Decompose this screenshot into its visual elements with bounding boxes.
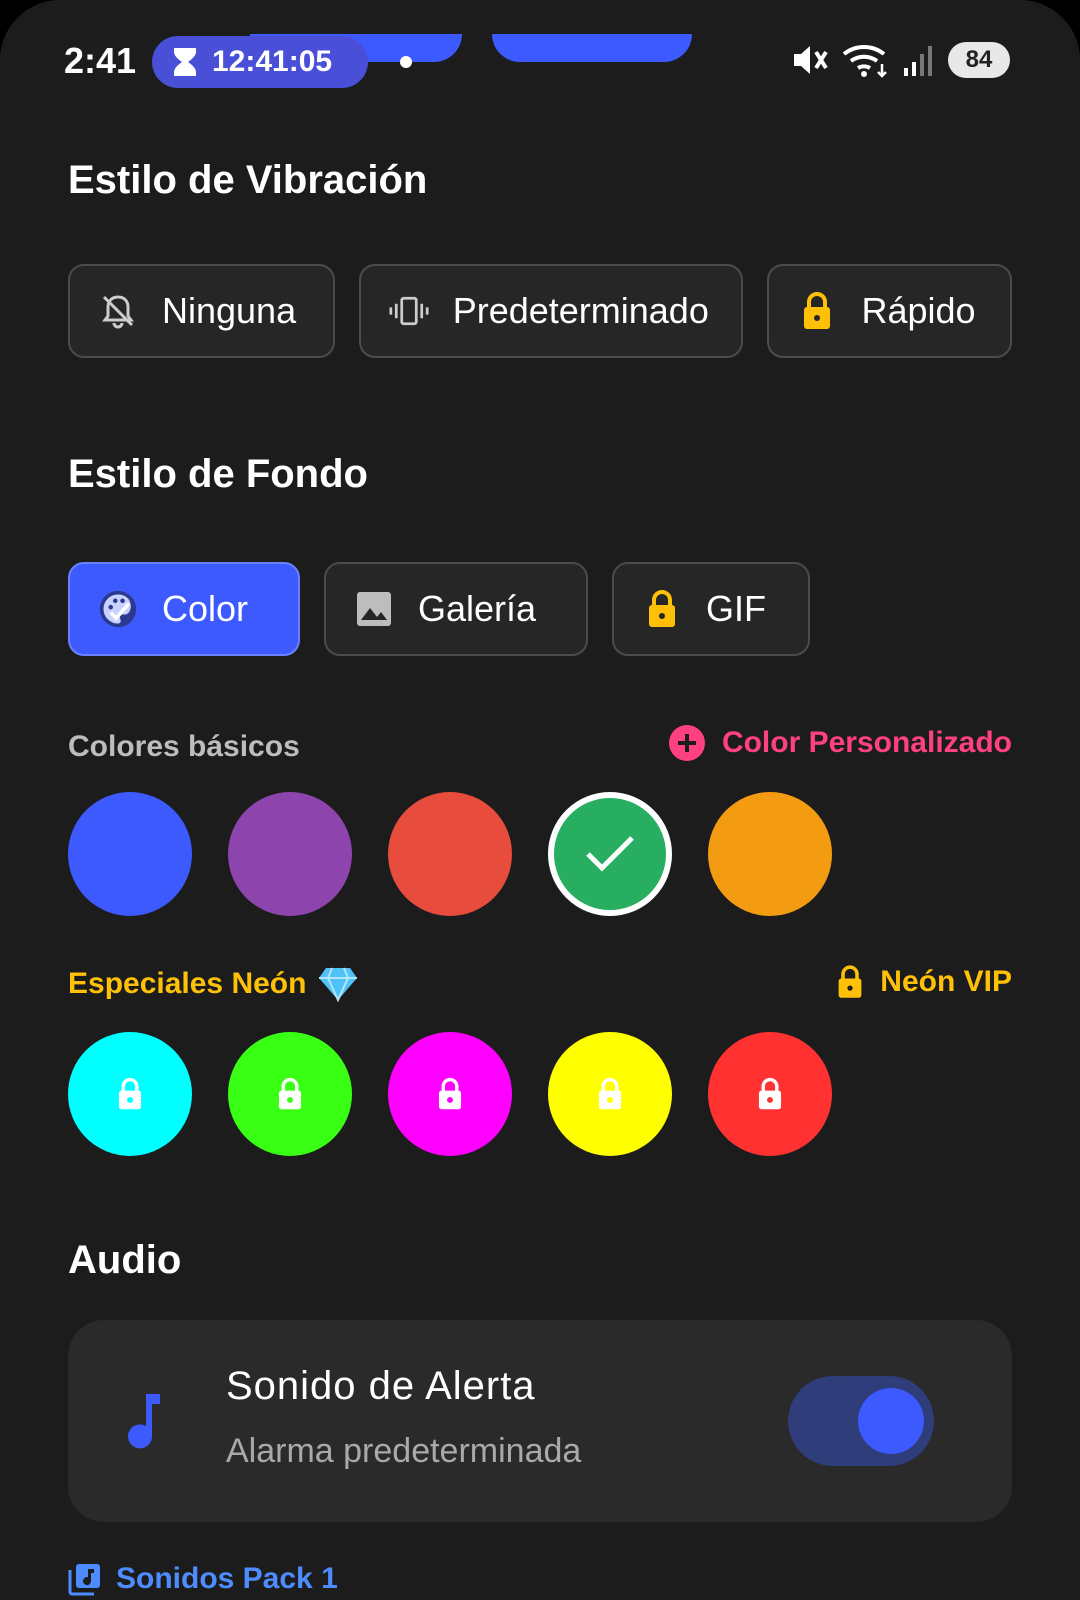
toggle-knob xyxy=(858,1388,924,1454)
vibration-options-scroller[interactable]: Ninguna Predeterminado Rápido xyxy=(68,264,1012,358)
neon-colors-label-group: Especiales Neón xyxy=(68,966,358,1002)
image-icon xyxy=(354,589,394,629)
alert-sound-toggle[interactable] xyxy=(788,1376,934,1466)
mute-icon xyxy=(794,46,828,74)
color-swatch-red[interactable] xyxy=(388,792,512,916)
timer-pill[interactable]: 12:41:05 xyxy=(152,36,368,88)
app-screen: 2:41 12:41:05 84 Estilo de Vibración Nin… xyxy=(0,0,1080,1600)
lock-icon xyxy=(758,1077,782,1110)
hourglass-icon xyxy=(174,48,196,76)
signal-icon xyxy=(904,46,932,76)
bell-off-icon xyxy=(98,291,138,331)
clock: 2:41 xyxy=(64,40,137,81)
background-option-color[interactable]: Color xyxy=(68,562,300,656)
status-icons: 84 xyxy=(790,42,1010,78)
background-option-label: GIF xyxy=(706,588,766,629)
color-swatch-orange[interactable] xyxy=(708,792,832,916)
custom-color-button[interactable]: Color Personalizado xyxy=(668,724,1012,762)
notification-dot xyxy=(400,56,412,68)
palette-icon xyxy=(98,589,138,629)
vibration-option-default[interactable]: Predeterminado xyxy=(358,264,744,358)
vibration-section-title: Estilo de Vibración xyxy=(68,158,428,202)
background-section-title: Estilo de Fondo xyxy=(68,452,368,496)
neon-swatch-cyan[interactable] xyxy=(68,1032,192,1156)
status-bar-decoration xyxy=(492,34,692,62)
background-options: Color Galería GIF xyxy=(68,562,810,656)
sound-pack-link[interactable]: Sonidos Pack 1 xyxy=(68,1562,338,1596)
lock-icon xyxy=(438,1077,462,1110)
music-note-icon xyxy=(128,1394,160,1449)
background-option-gif[interactable]: GIF xyxy=(612,562,810,656)
vibration-option-label: Rápido xyxy=(861,290,976,331)
neon-swatch-magenta[interactable] xyxy=(388,1032,512,1156)
library-music-icon xyxy=(68,1564,100,1596)
basic-colors-label: Colores básicos xyxy=(68,730,300,763)
neon-vip-label: Neón VIP xyxy=(880,965,1012,998)
status-bar: 2:41 12:41:05 84 xyxy=(0,0,1080,120)
background-option-label: Galería xyxy=(418,588,537,629)
background-option-gallery[interactable]: Galería xyxy=(324,562,588,656)
color-swatch-blue[interactable] xyxy=(68,792,192,916)
lock-icon xyxy=(838,965,862,998)
vibration-option-label: Predeterminado xyxy=(452,290,709,331)
battery-indicator: 84 xyxy=(948,42,1010,78)
gem-icon xyxy=(319,967,358,1002)
lock-icon xyxy=(598,1077,622,1110)
neon-swatch-yellow[interactable] xyxy=(548,1032,672,1156)
lock-icon xyxy=(797,291,837,331)
lock-icon xyxy=(642,589,682,629)
custom-color-label: Color Personalizado xyxy=(721,726,1012,759)
color-swatch-purple[interactable] xyxy=(228,792,352,916)
neon-colors-label: Especiales Neón xyxy=(68,967,307,1000)
add-circle-icon xyxy=(668,725,705,761)
background-option-label: Color xyxy=(162,588,249,629)
alert-sound-card[interactable]: Sonido de Alerta Alarma predeterminada xyxy=(68,1320,1012,1522)
neon-vip-button[interactable]: Neón VIP xyxy=(836,964,1012,1000)
alert-sound-subtitle: Alarma predeterminada xyxy=(226,1432,582,1470)
vibration-option-label: Ninguna xyxy=(162,290,297,331)
timer-text: 12:41:05 xyxy=(212,45,333,78)
vibration-option-fast[interactable]: Rápido xyxy=(767,264,1012,358)
alert-sound-title: Sonido de Alerta xyxy=(226,1364,536,1408)
basic-color-swatches xyxy=(68,792,832,916)
vibrate-icon xyxy=(389,291,429,331)
check-icon xyxy=(586,836,634,872)
vibration-options: Ninguna Predeterminado Rápido xyxy=(68,264,1012,358)
neon-swatch-red[interactable] xyxy=(708,1032,832,1156)
lock-icon xyxy=(118,1077,142,1110)
color-swatch-green[interactable] xyxy=(548,792,672,916)
lock-icon xyxy=(278,1077,302,1110)
sound-pack-label: Sonidos Pack 1 xyxy=(116,1562,338,1595)
neon-swatch-green[interactable] xyxy=(228,1032,352,1156)
wifi-icon xyxy=(842,44,887,78)
neon-color-swatches xyxy=(68,1032,832,1156)
audio-section-title: Audio xyxy=(68,1238,182,1282)
vibration-option-none[interactable]: Ninguna xyxy=(68,264,335,358)
